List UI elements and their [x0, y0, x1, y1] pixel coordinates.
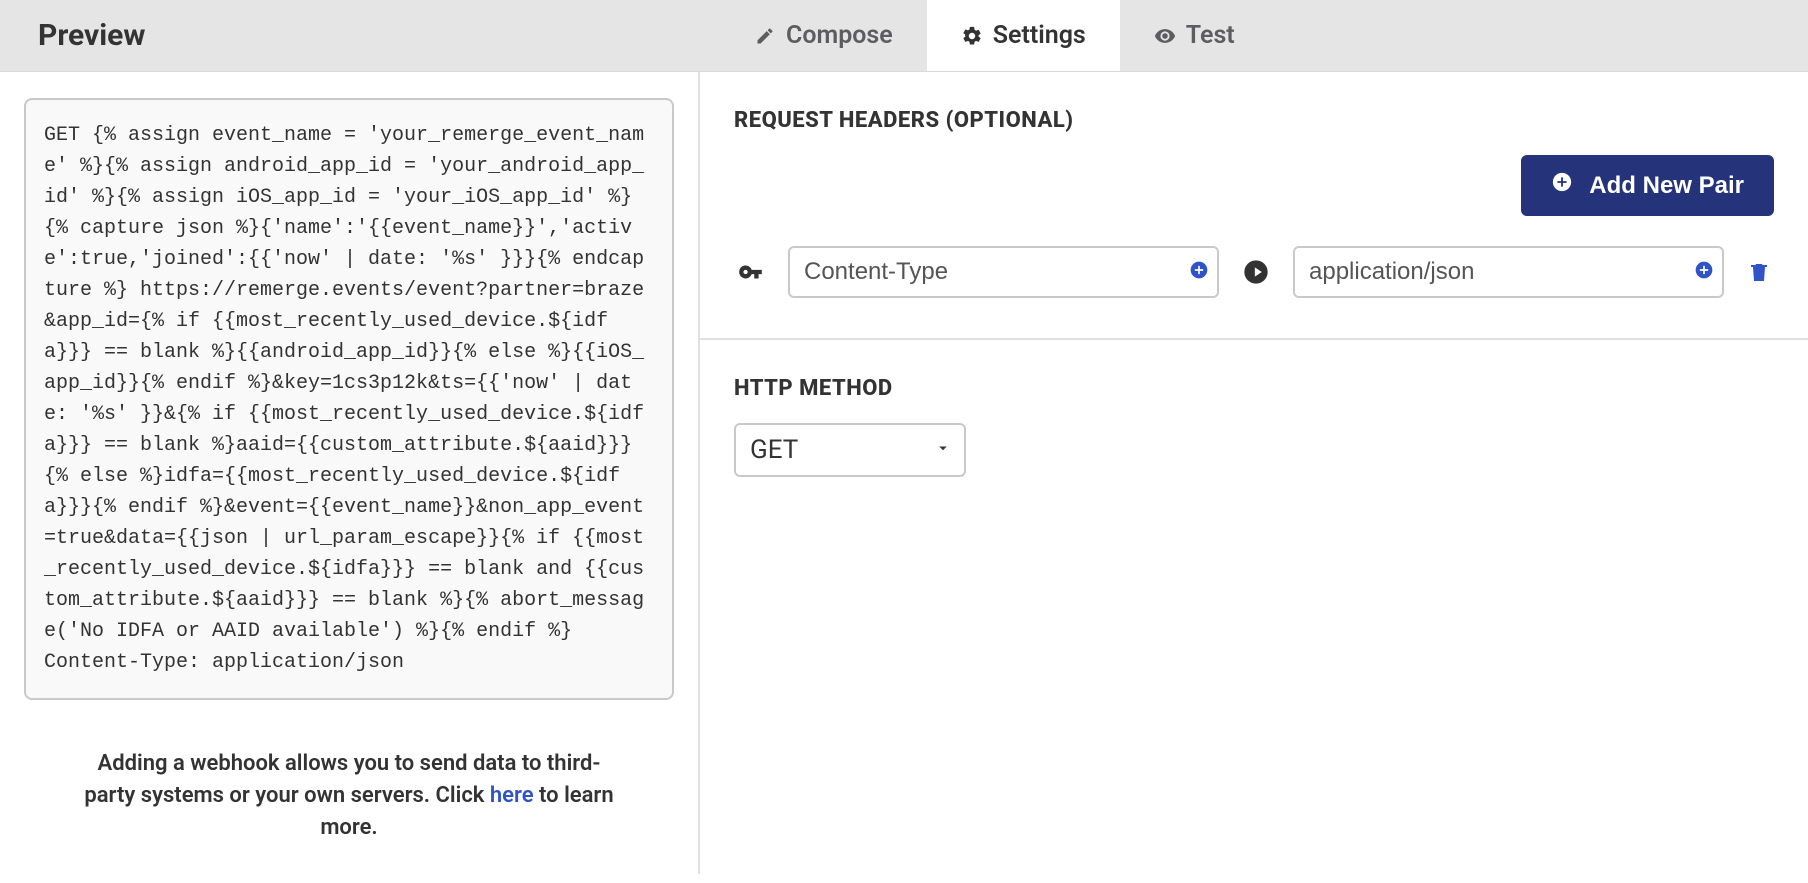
- trash-icon[interactable]: [1744, 260, 1774, 284]
- header-key-wrap: [788, 246, 1219, 298]
- main: GET {% assign event_name = 'your_remerge…: [0, 72, 1808, 874]
- add-pair-row: Add New Pair: [734, 155, 1774, 216]
- http-method-select[interactable]: GET: [734, 423, 966, 477]
- pencil-icon: [754, 25, 776, 47]
- tab-label: Test: [1186, 21, 1235, 50]
- add-new-pair-button[interactable]: Add New Pair: [1521, 155, 1774, 216]
- preview-title: Preview: [38, 18, 145, 53]
- header-pair-row: [734, 246, 1774, 298]
- header-value-input[interactable]: [1293, 246, 1724, 298]
- preview-code: GET {% assign event_name = 'your_remerge…: [24, 98, 674, 700]
- tab-label: Compose: [786, 21, 893, 50]
- header-value-wrap: [1293, 246, 1724, 298]
- eye-icon: [1154, 25, 1176, 47]
- helper-link[interactable]: here: [490, 783, 534, 808]
- gear-icon: [961, 25, 983, 47]
- http-method-select-wrap: GET: [734, 423, 966, 477]
- top-left: Preview: [0, 0, 700, 71]
- add-pair-label: Add New Pair: [1589, 172, 1744, 200]
- arrow-right-circle-icon: [1239, 258, 1273, 286]
- tab-test[interactable]: Test: [1120, 0, 1269, 71]
- key-icon: [734, 259, 768, 285]
- header-key-input[interactable]: [788, 246, 1219, 298]
- tab-compose[interactable]: Compose: [720, 0, 927, 71]
- plus-circle-icon[interactable]: [1189, 260, 1209, 284]
- plus-circle-icon[interactable]: [1694, 260, 1714, 284]
- tab-label: Settings: [993, 21, 1086, 50]
- tab-settings[interactable]: Settings: [927, 0, 1120, 71]
- http-method-label: HTTP METHOD: [734, 376, 1774, 401]
- top-bar: Preview Compose Settings Test: [0, 0, 1808, 72]
- right-panel: REQUEST HEADERS (OPTIONAL) Add New Pair: [700, 72, 1808, 874]
- tab-strip: Compose Settings Test: [700, 0, 1808, 71]
- helper-text: Adding a webhook allows you to send data…: [24, 748, 674, 844]
- plus-circle-icon: [1551, 171, 1573, 200]
- left-panel: GET {% assign event_name = 'your_remerge…: [0, 72, 700, 874]
- request-headers-label: REQUEST HEADERS (OPTIONAL): [734, 108, 1774, 133]
- divider: [700, 338, 1808, 340]
